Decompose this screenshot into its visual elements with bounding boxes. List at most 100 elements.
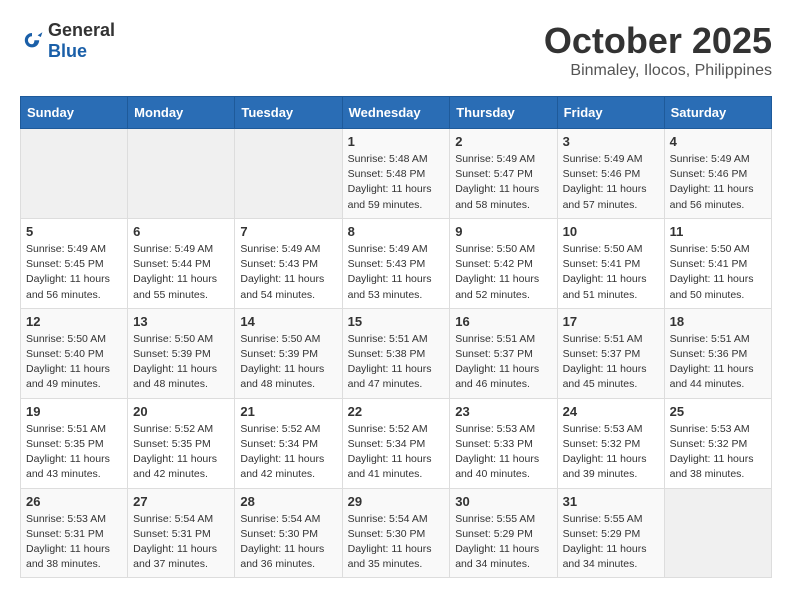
day-info: Sunrise: 5:55 AMSunset: 5:29 PMDaylight:… — [563, 513, 647, 571]
header-sunday: Sunday — [21, 97, 128, 129]
day-info: Sunrise: 5:50 AMSunset: 5:41 PMDaylight:… — [670, 243, 754, 301]
day-info: Sunrise: 5:49 AMSunset: 5:47 PMDaylight:… — [455, 153, 539, 211]
table-row: 21 Sunrise: 5:52 AMSunset: 5:34 PMDaylig… — [235, 398, 342, 488]
logo-text: General Blue — [48, 20, 115, 62]
day-number: 10 — [563, 224, 659, 239]
calendar-week-row: 19 Sunrise: 5:51 AMSunset: 5:35 PMDaylig… — [21, 398, 772, 488]
table-row: 9 Sunrise: 5:50 AMSunset: 5:42 PMDayligh… — [450, 218, 557, 308]
table-row: 18 Sunrise: 5:51 AMSunset: 5:36 PMDaylig… — [664, 308, 771, 398]
day-info: Sunrise: 5:54 AMSunset: 5:30 PMDaylight:… — [240, 513, 324, 571]
day-number: 13 — [133, 314, 229, 329]
table-row — [21, 129, 128, 219]
table-row: 3 Sunrise: 5:49 AMSunset: 5:46 PMDayligh… — [557, 129, 664, 219]
header-tuesday: Tuesday — [235, 97, 342, 129]
day-info: Sunrise: 5:49 AMSunset: 5:46 PMDaylight:… — [563, 153, 647, 211]
location-subtitle: Binmaley, Ilocos, Philippines — [544, 62, 772, 80]
table-row: 16 Sunrise: 5:51 AMSunset: 5:37 PMDaylig… — [450, 308, 557, 398]
day-number: 28 — [240, 494, 336, 509]
logo: General Blue — [20, 20, 115, 62]
day-info: Sunrise: 5:52 AMSunset: 5:35 PMDaylight:… — [133, 423, 217, 481]
table-row: 27 Sunrise: 5:54 AMSunset: 5:31 PMDaylig… — [128, 488, 235, 578]
table-row: 2 Sunrise: 5:49 AMSunset: 5:47 PMDayligh… — [450, 129, 557, 219]
day-number: 31 — [563, 494, 659, 509]
day-info: Sunrise: 5:49 AMSunset: 5:46 PMDaylight:… — [670, 153, 754, 211]
table-row: 10 Sunrise: 5:50 AMSunset: 5:41 PMDaylig… — [557, 218, 664, 308]
day-number: 19 — [26, 404, 122, 419]
day-number: 14 — [240, 314, 336, 329]
day-number: 17 — [563, 314, 659, 329]
table-row: 4 Sunrise: 5:49 AMSunset: 5:46 PMDayligh… — [664, 129, 771, 219]
day-number: 22 — [348, 404, 445, 419]
table-row: 29 Sunrise: 5:54 AMSunset: 5:30 PMDaylig… — [342, 488, 450, 578]
day-number: 5 — [26, 224, 122, 239]
day-info: Sunrise: 5:54 AMSunset: 5:30 PMDaylight:… — [348, 513, 432, 571]
day-info: Sunrise: 5:52 AMSunset: 5:34 PMDaylight:… — [240, 423, 324, 481]
table-row: 19 Sunrise: 5:51 AMSunset: 5:35 PMDaylig… — [21, 398, 128, 488]
day-info: Sunrise: 5:50 AMSunset: 5:41 PMDaylight:… — [563, 243, 647, 301]
day-number: 18 — [670, 314, 766, 329]
day-number: 9 — [455, 224, 551, 239]
table-row: 31 Sunrise: 5:55 AMSunset: 5:29 PMDaylig… — [557, 488, 664, 578]
header-wednesday: Wednesday — [342, 97, 450, 129]
table-row: 11 Sunrise: 5:50 AMSunset: 5:41 PMDaylig… — [664, 218, 771, 308]
day-info: Sunrise: 5:54 AMSunset: 5:31 PMDaylight:… — [133, 513, 217, 571]
day-number: 8 — [348, 224, 445, 239]
calendar-week-row: 1 Sunrise: 5:48 AMSunset: 5:48 PMDayligh… — [21, 129, 772, 219]
calendar-week-row: 26 Sunrise: 5:53 AMSunset: 5:31 PMDaylig… — [21, 488, 772, 578]
table-row: 17 Sunrise: 5:51 AMSunset: 5:37 PMDaylig… — [557, 308, 664, 398]
day-info: Sunrise: 5:53 AMSunset: 5:33 PMDaylight:… — [455, 423, 539, 481]
table-row: 13 Sunrise: 5:50 AMSunset: 5:39 PMDaylig… — [128, 308, 235, 398]
day-number: 3 — [563, 134, 659, 149]
table-row: 28 Sunrise: 5:54 AMSunset: 5:30 PMDaylig… — [235, 488, 342, 578]
logo-icon — [20, 29, 44, 53]
day-info: Sunrise: 5:49 AMSunset: 5:43 PMDaylight:… — [348, 243, 432, 301]
table-row: 25 Sunrise: 5:53 AMSunset: 5:32 PMDaylig… — [664, 398, 771, 488]
calendar-week-row: 12 Sunrise: 5:50 AMSunset: 5:40 PMDaylig… — [21, 308, 772, 398]
day-number: 16 — [455, 314, 551, 329]
day-number: 12 — [26, 314, 122, 329]
day-number: 26 — [26, 494, 122, 509]
day-number: 30 — [455, 494, 551, 509]
table-row: 7 Sunrise: 5:49 AMSunset: 5:43 PMDayligh… — [235, 218, 342, 308]
day-info: Sunrise: 5:49 AMSunset: 5:43 PMDaylight:… — [240, 243, 324, 301]
table-row: 12 Sunrise: 5:50 AMSunset: 5:40 PMDaylig… — [21, 308, 128, 398]
day-info: Sunrise: 5:53 AMSunset: 5:31 PMDaylight:… — [26, 513, 110, 571]
calendar-header-row: Sunday Monday Tuesday Wednesday Thursday… — [21, 97, 772, 129]
day-info: Sunrise: 5:51 AMSunset: 5:36 PMDaylight:… — [670, 333, 754, 391]
day-number: 20 — [133, 404, 229, 419]
day-number: 2 — [455, 134, 551, 149]
day-info: Sunrise: 5:51 AMSunset: 5:37 PMDaylight:… — [563, 333, 647, 391]
table-row: 1 Sunrise: 5:48 AMSunset: 5:48 PMDayligh… — [342, 129, 450, 219]
page-header: General Blue October 2025 Binmaley, Iloc… — [20, 20, 772, 80]
calendar-table: Sunday Monday Tuesday Wednesday Thursday… — [20, 96, 772, 578]
table-row: 6 Sunrise: 5:49 AMSunset: 5:44 PMDayligh… — [128, 218, 235, 308]
day-number: 7 — [240, 224, 336, 239]
table-row: 15 Sunrise: 5:51 AMSunset: 5:38 PMDaylig… — [342, 308, 450, 398]
table-row — [664, 488, 771, 578]
header-thursday: Thursday — [450, 97, 557, 129]
table-row: 30 Sunrise: 5:55 AMSunset: 5:29 PMDaylig… — [450, 488, 557, 578]
day-number: 21 — [240, 404, 336, 419]
table-row: 22 Sunrise: 5:52 AMSunset: 5:34 PMDaylig… — [342, 398, 450, 488]
table-row: 24 Sunrise: 5:53 AMSunset: 5:32 PMDaylig… — [557, 398, 664, 488]
table-row — [128, 129, 235, 219]
header-saturday: Saturday — [664, 97, 771, 129]
calendar-week-row: 5 Sunrise: 5:49 AMSunset: 5:45 PMDayligh… — [21, 218, 772, 308]
day-info: Sunrise: 5:55 AMSunset: 5:29 PMDaylight:… — [455, 513, 539, 571]
day-number: 24 — [563, 404, 659, 419]
table-row: 8 Sunrise: 5:49 AMSunset: 5:43 PMDayligh… — [342, 218, 450, 308]
day-info: Sunrise: 5:50 AMSunset: 5:39 PMDaylight:… — [240, 333, 324, 391]
day-info: Sunrise: 5:51 AMSunset: 5:37 PMDaylight:… — [455, 333, 539, 391]
table-row: 26 Sunrise: 5:53 AMSunset: 5:31 PMDaylig… — [21, 488, 128, 578]
table-row: 5 Sunrise: 5:49 AMSunset: 5:45 PMDayligh… — [21, 218, 128, 308]
header-friday: Friday — [557, 97, 664, 129]
table-row: 23 Sunrise: 5:53 AMSunset: 5:33 PMDaylig… — [450, 398, 557, 488]
table-row: 14 Sunrise: 5:50 AMSunset: 5:39 PMDaylig… — [235, 308, 342, 398]
title-block: October 2025 Binmaley, Ilocos, Philippin… — [544, 20, 772, 80]
day-info: Sunrise: 5:49 AMSunset: 5:45 PMDaylight:… — [26, 243, 110, 301]
day-info: Sunrise: 5:51 AMSunset: 5:38 PMDaylight:… — [348, 333, 432, 391]
day-info: Sunrise: 5:50 AMSunset: 5:40 PMDaylight:… — [26, 333, 110, 391]
day-info: Sunrise: 5:48 AMSunset: 5:48 PMDaylight:… — [348, 153, 432, 211]
day-number: 27 — [133, 494, 229, 509]
month-title: October 2025 — [544, 20, 772, 62]
